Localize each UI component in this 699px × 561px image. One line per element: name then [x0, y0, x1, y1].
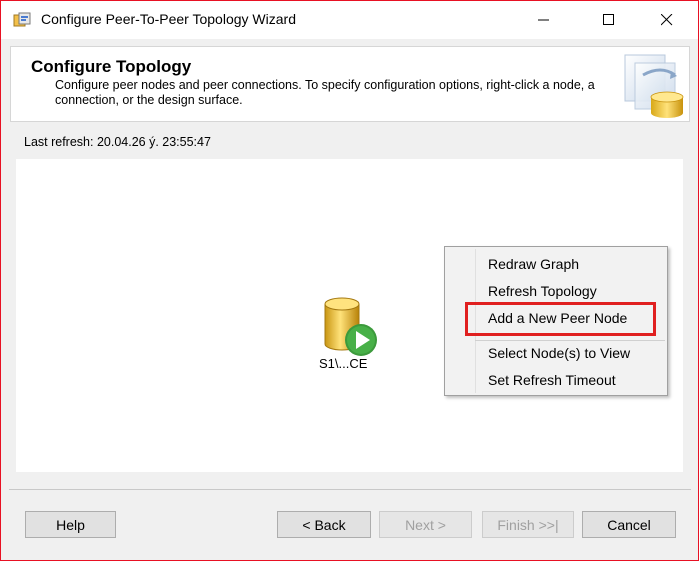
help-button[interactable]: Help [25, 511, 116, 538]
page-description: Configure peer nodes and peer connection… [55, 78, 595, 107]
menu-divider [475, 340, 665, 341]
footer-divider [9, 489, 691, 490]
next-button[interactable]: Next > [379, 511, 472, 538]
last-refresh-label: Last refresh: 20.04.26 ý. 23:55:47 [24, 135, 211, 149]
close-button[interactable] [644, 1, 690, 39]
maximize-icon [603, 14, 614, 25]
minimize-icon [538, 19, 549, 21]
menu-item-redraw-graph[interactable]: Redraw Graph [488, 256, 579, 272]
title-bar: Configure Peer-To-Peer Topology Wizard [1, 1, 698, 39]
finish-button[interactable]: Finish >>| [482, 511, 574, 538]
minimize-button[interactable] [521, 1, 567, 39]
menu-item-select-nodes[interactable]: Select Node(s) to View [488, 345, 630, 361]
app-icon [13, 12, 31, 27]
page-title: Configure Topology [31, 57, 192, 76]
peer-node-label[interactable]: S1\...CE [319, 356, 367, 371]
back-button[interactable]: < Back [277, 511, 371, 538]
close-icon [661, 14, 673, 26]
cancel-button[interactable]: Cancel [582, 511, 676, 538]
menu-item-set-refresh-timeout[interactable]: Set Refresh Timeout [488, 372, 616, 388]
wizard-header: Configure Topology Configure peer nodes … [10, 46, 690, 122]
maximize-button[interactable] [586, 1, 632, 39]
window-title: Configure Peer-To-Peer Topology Wizard [41, 11, 296, 27]
topology-banner-icon [624, 54, 684, 118]
wizard-window: Configure Peer-To-Peer Topology Wizard C… [0, 0, 699, 561]
menu-item-refresh-topology[interactable]: Refresh Topology [488, 283, 597, 299]
highlight-annotation-box [465, 302, 656, 336]
